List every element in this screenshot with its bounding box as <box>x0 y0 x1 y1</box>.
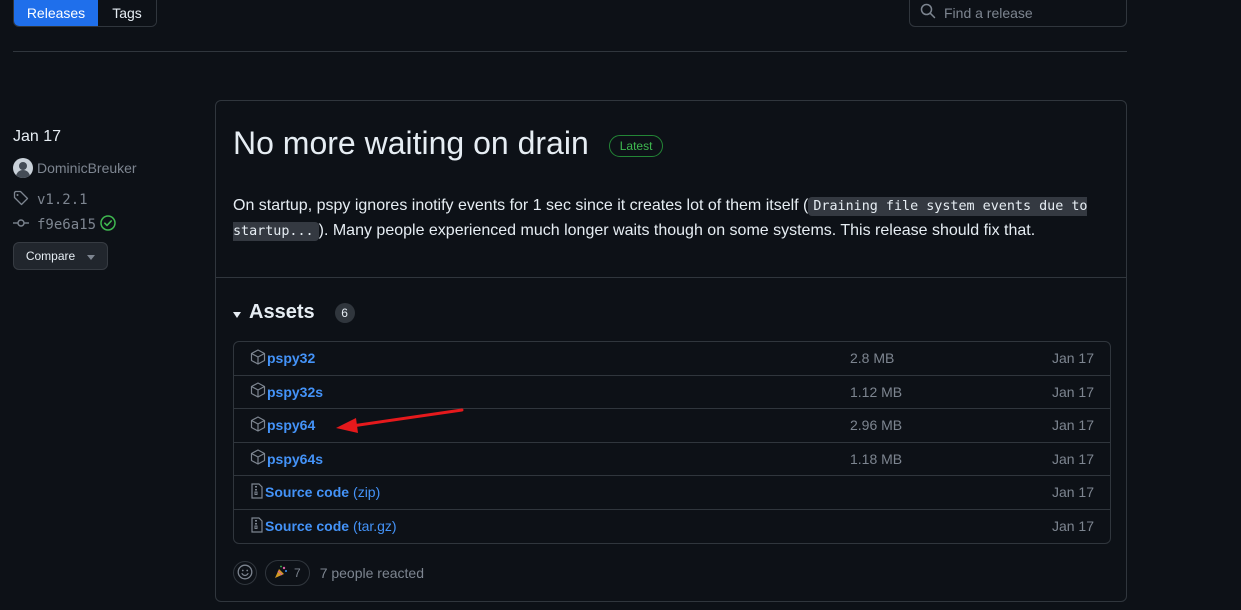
release-description: On startup, pspy ignores inotify events … <box>233 194 1103 244</box>
tag-name: v1.2.1 <box>37 191 88 208</box>
asset-size: 1.18 MB <box>850 450 903 467</box>
asset-format: (tar.gz) <box>353 518 397 535</box>
asset-link[interactable]: pspy64s <box>250 449 850 468</box>
asset-name: Source code (zip) <box>265 484 381 501</box>
release-card: No more waiting on drain Latest On start… <box>215 100 1127 602</box>
package-icon <box>250 416 266 435</box>
package-icon <box>250 449 266 468</box>
asset-date: Jan 17 <box>1051 484 1094 501</box>
file-zip-icon <box>250 517 264 536</box>
verified-check-icon <box>100 215 116 234</box>
asset-row: pspy64s 1.18 MB Jan 17 <box>234 443 1110 476</box>
caret-down-icon <box>87 249 96 263</box>
latest-badge: Latest <box>608 134 664 157</box>
tab-tags[interactable]: Tags <box>98 0 156 26</box>
release-tabs: Releases Tags <box>13 0 157 27</box>
asset-name: pspy64s <box>267 450 324 467</box>
release-title[interactable]: No more waiting on drain <box>233 125 589 162</box>
commit-hash: f9e6a15 <box>37 216 97 233</box>
divider <box>13 51 1127 52</box>
asset-date: Jan 17 <box>1051 518 1094 535</box>
red-arrow-annotation <box>336 408 464 433</box>
asset-link[interactable]: pspy32s <box>250 382 850 401</box>
tada-reaction-button[interactable]: 7 <box>265 560 310 586</box>
asset-size: 1.12 MB <box>850 383 903 400</box>
release-search <box>909 0 1127 27</box>
tag-link[interactable]: v1.2.1 <box>13 190 203 209</box>
asset-name: pspy64 <box>267 417 316 434</box>
release-meta: Jan 17 DominicBreuker v1.2.1 f9e6a15 Com… <box>13 128 203 270</box>
release-header: No more waiting on drain Latest On start… <box>216 101 1126 278</box>
author-name: DominicBreuker <box>37 160 137 176</box>
assets-count-badge: 6 <box>334 302 355 323</box>
package-icon <box>250 349 266 368</box>
release-date: Jan 17 <box>13 128 62 145</box>
compare-button[interactable]: Compare <box>13 242 108 270</box>
commit-icon <box>13 215 29 234</box>
tada-icon <box>274 565 288 582</box>
asset-date: Jan 17 <box>1051 417 1094 434</box>
avatar <box>13 158 33 178</box>
smiley-icon <box>237 564 253 583</box>
search-icon <box>920 3 936 22</box>
reaction-count: 7 <box>294 566 301 580</box>
description-text: On startup, pspy ignores inotify events … <box>233 197 809 214</box>
assets-title: Assets <box>249 301 315 323</box>
asset-format: (zip) <box>353 484 381 501</box>
assets-list: pspy32 2.8 MB Jan 17 pspy32s 1.12 MB Jan 17 ps… <box>233 341 1111 544</box>
asset-link[interactable]: Source code (tar.gz) <box>250 517 850 536</box>
file-zip-icon <box>250 483 264 502</box>
assets-toggle[interactable]: Assets 6 <box>233 301 355 324</box>
reactions-bar: 7 7 people reacted <box>233 560 424 586</box>
reactions-summary: 7 people reacted <box>319 565 424 581</box>
asset-name: pspy32s <box>267 383 324 400</box>
tab-releases[interactable]: Releases <box>14 0 98 26</box>
asset-size: 2.8 MB <box>850 350 895 367</box>
asset-date: Jan 17 <box>1051 450 1094 467</box>
search-input[interactable] <box>944 4 1114 21</box>
asset-date: Jan 17 <box>1051 350 1094 367</box>
compare-label: Compare <box>25 249 76 263</box>
asset-name: Source code (tar.gz) <box>265 518 397 535</box>
commit-link[interactable]: f9e6a15 <box>13 215 203 234</box>
package-icon <box>250 382 266 401</box>
asset-row: pspy32 2.8 MB Jan 17 <box>234 342 1110 376</box>
asset-link[interactable]: pspy32 <box>250 349 850 368</box>
asset-row: Source code (tar.gz) Jan 17 <box>234 510 1110 544</box>
description-text-end: ). Many people experienced much longer w… <box>318 222 1036 239</box>
asset-link[interactable]: Source code (zip) <box>250 483 850 502</box>
tag-icon <box>13 190 29 209</box>
asset-date: Jan 17 <box>1051 383 1094 400</box>
asset-row: Source code (zip) Jan 17 <box>234 476 1110 510</box>
author-link[interactable]: DominicBreuker <box>13 158 203 178</box>
add-reaction-button[interactable] <box>233 561 257 585</box>
triangle-down-icon <box>233 305 241 321</box>
asset-name: pspy32 <box>267 350 316 367</box>
asset-size: 2.96 MB <box>850 417 903 434</box>
